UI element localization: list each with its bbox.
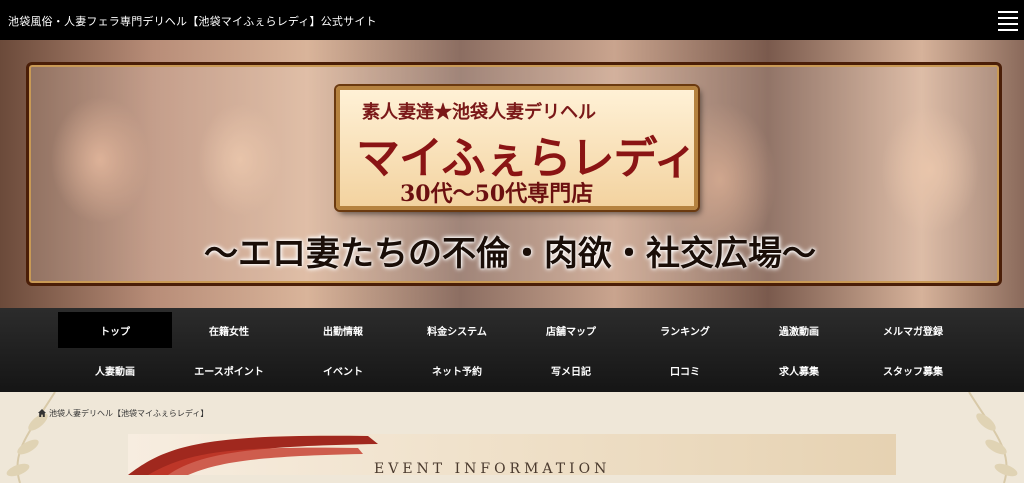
nav-item-row1-6[interactable]: ランキング — [628, 312, 742, 348]
hero-tagline: ～エロ妻たちの不倫・肉欲・社交広場～ — [204, 234, 816, 274]
site-title[interactable]: 池袋風俗・人妻フェラ専門デリヘル【池袋マイふぇらレディ】公式サイト — [8, 13, 377, 29]
nav-item-row1-4[interactable]: 料金システム — [400, 312, 514, 348]
nav-item-row2-5[interactable]: 写メ日記 — [514, 352, 628, 388]
nav-item-row1-8[interactable]: メルマガ登録 — [856, 312, 970, 348]
hamburger-menu-icon[interactable] — [998, 8, 1018, 32]
nav-item-row2-7[interactable]: 求人募集 — [742, 352, 856, 388]
home-icon[interactable] — [38, 409, 46, 417]
nav-item-row2-3[interactable]: イベント — [286, 352, 400, 388]
nav-item-row2-8[interactable]: スタッフ募集 — [856, 352, 970, 388]
leaf-ornament-right — [968, 392, 1018, 483]
hero-banner[interactable]: 素人妻達★池袋人妻デリヘル マイふぇらレディ 30代～50代専門店 ～エロ妻たち… — [0, 40, 1024, 308]
nav-item-row1-5[interactable]: 店舗マップ — [514, 312, 628, 348]
breadcrumb: 池袋人妻デリヘル【池袋マイふぇらレディ】 — [38, 408, 208, 419]
nav-item-row2-2[interactable]: エースポイント — [172, 352, 286, 388]
nav-row-1: トップ 在籍女性 出勤情報 料金システム 店舗マップ ランキング 過激動画 メルマガ登録 — [58, 312, 970, 348]
nav-row-2: 人妻動画 エースポイント イベント ネット予約 写メ日記 口コミ 求人募集 スタッフ募集 — [58, 352, 970, 388]
nav-item-row2-6[interactable]: 口コミ — [628, 352, 742, 388]
nav-item-row2-1[interactable]: 人妻動画 — [58, 352, 172, 388]
logo-sub-text: 30代～50代専門店 — [400, 181, 594, 207]
logo-top-text: 素人妻達★池袋人妻デリヘル — [362, 102, 596, 123]
nav-item-row1-2[interactable]: 在籍女性 — [172, 312, 286, 348]
main-content: 池袋人妻デリヘル【池袋マイふぇらレディ】 EVENT INFORMATION — [0, 392, 1024, 483]
top-bar: 池袋風俗・人妻フェラ専門デリヘル【池袋マイふぇらレディ】公式サイト — [0, 0, 1024, 40]
nav-item-row1-1[interactable]: トップ — [58, 312, 172, 348]
nav-item-row1-3[interactable]: 出勤情報 — [286, 312, 400, 348]
event-banner[interactable]: EVENT INFORMATION — [128, 434, 896, 475]
main-nav: トップ 在籍女性 出勤情報 料金システム 店舗マップ ランキング 過激動画 メルマガ登録 人妻… — [0, 308, 1024, 392]
event-information-title: EVENT INFORMATION — [374, 461, 611, 475]
nav-item-row2-4[interactable]: ネット予約 — [400, 352, 514, 388]
nav-item-row1-7[interactable]: 過激動画 — [742, 312, 856, 348]
leaf-ornament-left — [6, 392, 56, 483]
breadcrumb-text[interactable]: 池袋人妻デリヘル【池袋マイふぇらレディ】 — [49, 409, 208, 418]
shop-logo: 素人妻達★池袋人妻デリヘル マイふぇらレディ 30代～50代専門店 — [336, 86, 698, 210]
